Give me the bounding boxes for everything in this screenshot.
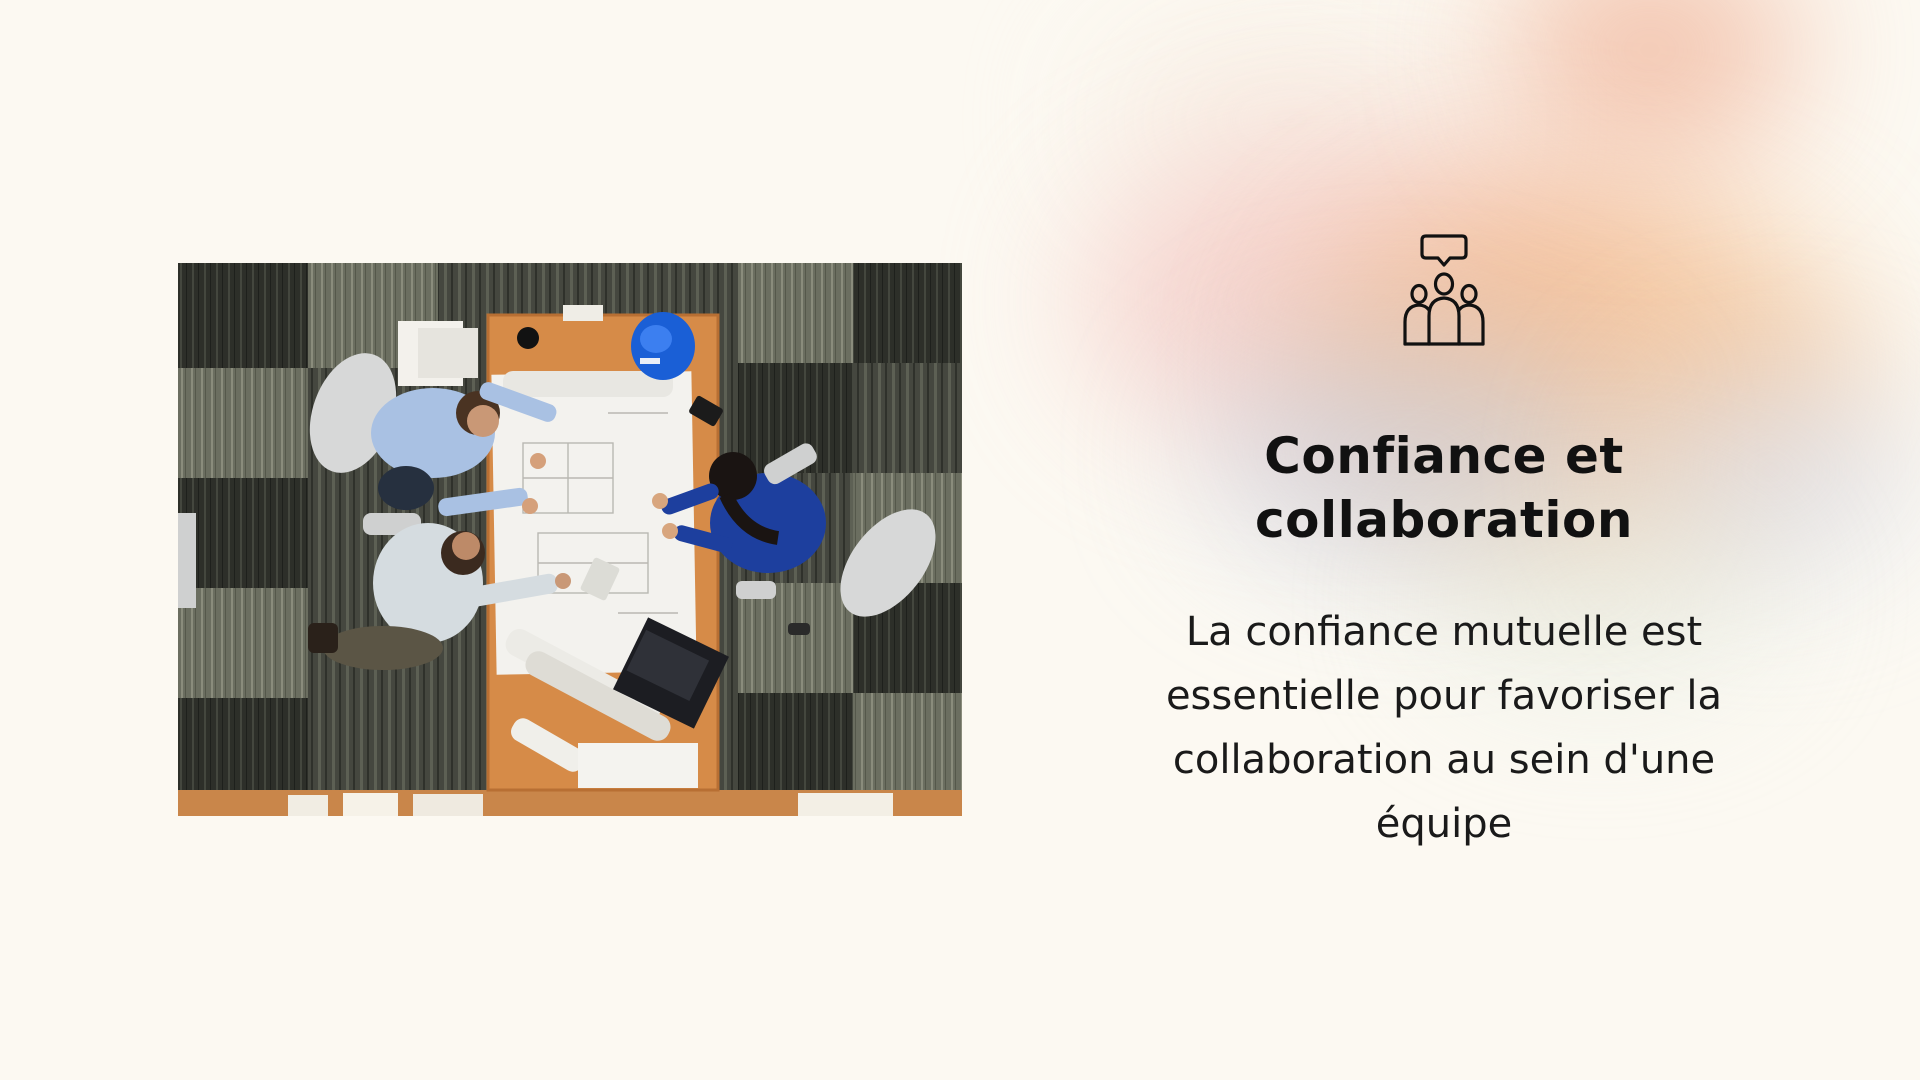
background-gradient <box>1500 0 1800 160</box>
slide: Confiance et collaboration La confiance … <box>0 0 1920 1080</box>
slide-title: Confiance et collaboration <box>1254 427 1634 549</box>
slide-body-text: La confiance mutuelle est essentielle po… <box>1165 609 1723 847</box>
team-communication-icon <box>1403 234 1485 346</box>
text-column: Confiance et collaboration La confiance … <box>1104 232 1784 856</box>
team-meeting-photo <box>178 263 962 816</box>
